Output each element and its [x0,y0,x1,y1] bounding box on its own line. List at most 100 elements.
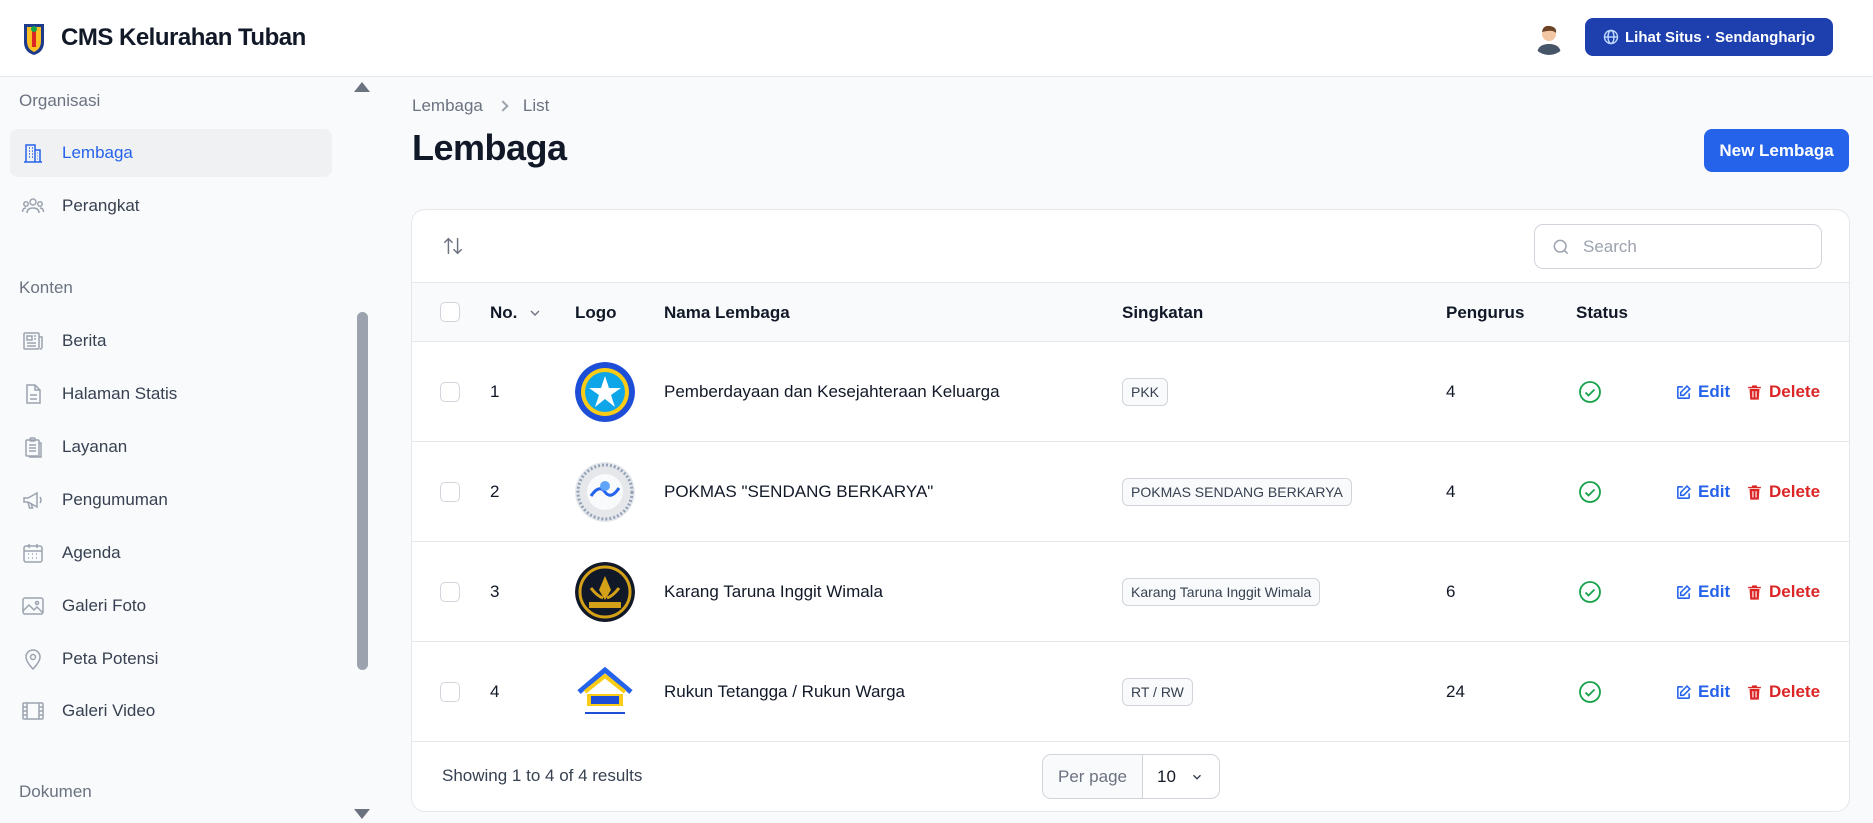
lembaga-name: Pemberdayaan dan Kesejahteraan Keluarga [664,382,1000,401]
edit-label: Edit [1698,682,1731,701]
sidebar-item-label: Halaman Statis [62,384,178,403]
column-header-nama: Nama Lembaga [664,303,790,322]
lembaga-logo-karang-taruna [575,562,635,622]
sidebar-item-peta-potensi[interactable]: Peta Potensi [10,635,332,683]
sidebar-item-berita[interactable]: Berita [10,317,332,365]
column-header-status: Status [1576,303,1628,322]
column-header-no[interactable]: No. [490,303,543,323]
sidebar-item-label: Galeri Foto [62,596,147,615]
app-logo [24,24,44,55]
delete-label: Delete [1769,682,1821,701]
edit-icon [1677,384,1691,399]
check-circle-icon [1579,381,1601,403]
row-number: 1 [490,382,500,401]
clipboard-icon [20,434,46,460]
chevron-down-icon [530,310,540,316]
sidebar-group-konten: Konten [19,278,73,297]
lembaga-logo-pokmas [575,462,635,522]
new-lembaga-button[interactable]: New Lembaga [1704,129,1849,172]
singkatan-badge: POKMAS SENDANG BERKARYA [1122,478,1352,506]
check-circle-icon [1579,581,1601,603]
row-checkbox[interactable] [440,582,460,602]
app-title: CMS Kelurahan Tuban [61,24,306,51]
row-checkbox[interactable] [440,382,460,402]
trash-icon [1748,584,1761,600]
search-icon [1553,239,1569,254]
pengurus-count: 6 [1446,582,1456,601]
sidebar: Organisasi Lembaga Perangkat Konten Beri… [0,77,374,823]
sidebar-item-pengumuman[interactable]: Pengumuman [10,476,332,524]
column-header-no-label: No. [490,303,518,322]
sidebar-item-agenda[interactable]: Agenda [10,529,332,577]
trash-icon [1748,684,1761,700]
row-number: 3 [490,582,500,601]
column-header-logo: Logo [575,303,617,322]
row-checkbox[interactable] [440,682,460,702]
delete-button[interactable]: Delete [1746,682,1820,702]
breadcrumb: Lembaga List [412,96,549,116]
lembaga-name: Rukun Tetangga / Rukun Warga [664,682,905,701]
check-circle-icon [1579,681,1601,703]
sidebar-item-perangkat[interactable]: Perangkat [10,182,332,230]
row-number: 2 [490,482,500,501]
user-avatar[interactable] [1530,19,1567,55]
sidebar-item-halaman-statis[interactable]: Halaman Statis [10,370,332,418]
sidebar-item-layanan[interactable]: Layanan [10,423,332,471]
chevron-down-icon [1192,774,1201,780]
brand[interactable]: CMS Kelurahan Tuban [22,20,306,56]
column-header-singkatan: Singkatan [1122,303,1204,322]
sidebar-item-label: Agenda [62,543,121,562]
edit-button[interactable]: Edit [1675,382,1730,402]
edit-button[interactable]: Edit [1675,682,1730,702]
pengurus-count: 4 [1446,382,1456,401]
table-row: 3 Karang Taruna Inggit Wimala Karang Tar… [412,542,1849,642]
sort-arrows-icon[interactable] [442,235,464,257]
pengurus-count: 4 [1446,482,1456,501]
edit-button[interactable]: Edit [1675,482,1730,502]
row-checkbox[interactable] [440,482,460,502]
singkatan-badge: Karang Taruna Inggit Wimala [1122,578,1321,606]
trash-icon [1748,384,1761,400]
sidebar-item-galeri-video[interactable]: Galeri Video [10,687,332,735]
breadcrumb-parent-link[interactable]: Lembaga [412,96,483,116]
table-header: No. Logo Nama Lembaga Singkatan Pengurus… [412,283,1849,342]
sidebar-item-label: Peta Potensi [62,649,159,668]
delete-label: Delete [1769,382,1821,401]
pengurus-count: 24 [1446,682,1465,701]
chevron-right-icon [497,100,509,112]
edit-label: Edit [1698,382,1731,401]
trash-icon [1748,484,1761,500]
edit-button[interactable]: Edit [1675,582,1730,602]
sidebar-item-galeri-foto[interactable]: Galeri Foto [10,582,332,630]
top-bar: CMS Kelurahan Tuban Lihat Situs · Sendan… [0,0,1873,77]
table-row: 4 Rukun Tetangga / Rukun Warga RT / RW 2… [412,642,1849,742]
results-summary: Showing 1 to 4 of 4 results [442,766,643,785]
sidebar-scrollbar-thumb[interactable] [357,312,368,670]
delete-button[interactable]: Delete [1746,482,1820,502]
sidebar-item-label: Berita [62,331,107,350]
delete-button[interactable]: Delete [1746,382,1820,402]
sidebar-item-lembaga[interactable]: Lembaga [10,129,332,177]
edit-icon [1677,584,1691,599]
per-page-value[interactable]: 10 [1143,755,1219,798]
search-input[interactable] [1583,236,1803,257]
sidebar-group-dokumen: Dokumen [19,782,92,801]
lembaga-logo-rt-rw [575,662,635,722]
singkatan-badge: PKK [1122,378,1169,406]
table-toolbar [412,210,1849,283]
per-page-select[interactable]: Per page 10 [1042,754,1220,799]
view-site-button[interactable]: Lihat Situs · Sendangharjo [1584,18,1833,56]
select-all-checkbox[interactable] [440,302,460,322]
sidebar-item-label: Perangkat [62,196,140,215]
map-pin-icon [20,646,46,672]
table-row: 2 POKMAS "SENDANG BERKARYA" POKMAS SENDA… [412,442,1849,542]
lembaga-name: POKMAS "SENDANG BERKARYA" [664,482,934,501]
sidebar-item-label: Galeri Video [62,701,156,720]
view-site-label: Lihat Situs · Sendangharjo [1624,28,1815,46]
delete-button[interactable]: Delete [1746,582,1820,602]
breadcrumb-current: List [522,96,550,115]
scroll-up-arrow[interactable] [354,82,370,92]
users-icon [20,193,46,219]
scroll-down-arrow[interactable] [354,809,370,819]
search-box[interactable] [1534,224,1822,269]
